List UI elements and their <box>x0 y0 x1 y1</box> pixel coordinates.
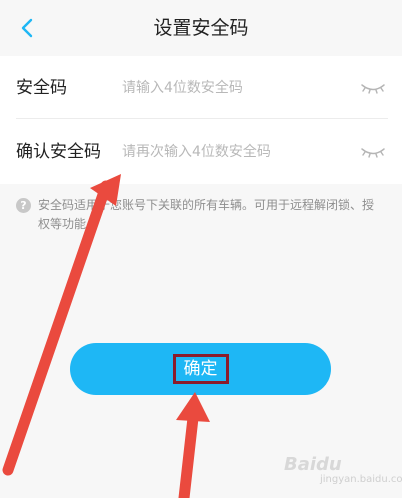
toggle-visibility-button[interactable] <box>360 144 386 160</box>
confirm-code-row: 确认安全码 <box>0 120 402 184</box>
security-code-form: 安全码 确认安全码 <box>0 56 402 184</box>
watermark-brand: Baidu <box>284 454 342 475</box>
security-code-label: 安全码 <box>16 78 67 98</box>
security-code-row: 安全码 <box>0 56 402 120</box>
eye-closed-icon <box>361 84 385 94</box>
confirm-button[interactable]: 确定 <box>70 343 331 395</box>
watermark-sub: jingyan.baidu.com <box>320 474 402 485</box>
eye-closed-icon <box>361 148 385 158</box>
arrow-to-confirm-button <box>176 392 210 498</box>
confirm-button-label: 确定 <box>172 354 229 384</box>
confirm-code-input[interactable] <box>122 140 352 164</box>
toggle-visibility-button[interactable] <box>360 80 386 96</box>
question-circle-icon: ? <box>16 198 31 213</box>
baidu-watermark: Baidu jingyan.baidu.com <box>284 452 402 492</box>
confirm-code-label: 确认安全码 <box>16 142 101 162</box>
security-code-input[interactable] <box>122 76 352 100</box>
nav-bar: 设置安全码 <box>0 0 402 56</box>
hint-text: 安全码适用于您账号下关联的所有车辆。可用于远程解闭锁、授权等功能。 <box>38 198 375 231</box>
page-title: 设置安全码 <box>153 17 249 39</box>
row-divider <box>16 118 388 119</box>
